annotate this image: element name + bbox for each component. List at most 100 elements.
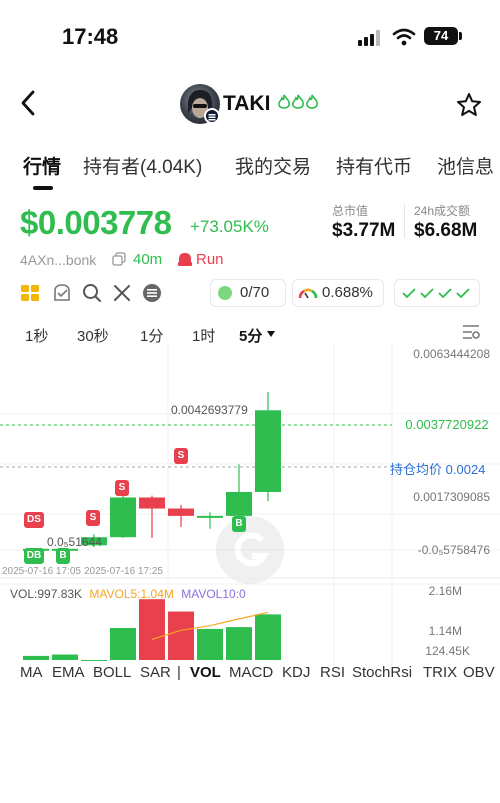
tab-holding-tokens[interactable]: 持有代币 — [336, 152, 412, 179]
back-icon[interactable] — [14, 88, 44, 118]
vol-axis-top: 2.16M — [428, 584, 462, 598]
candle-body — [139, 497, 165, 509]
indicator-trix[interactable]: TRIX — [423, 664, 457, 681]
star-icon[interactable] — [456, 92, 482, 118]
fire-icon — [305, 94, 319, 114]
indicator-rsi[interactable]: RSI — [320, 664, 345, 681]
x-label-1: 2025-07-16 17:05 — [2, 566, 81, 577]
fire-icon — [277, 94, 291, 114]
indicator-vol[interactable]: VOL — [190, 664, 221, 681]
indicator-kdj[interactable]: KDJ — [282, 664, 310, 681]
timeframe-1h[interactable]: 1时 — [192, 325, 215, 346]
avg-price-value: 0.0024 — [445, 462, 486, 477]
buy-marker[interactable]: B — [232, 516, 246, 532]
market-cap-value: $3.77M — [332, 220, 396, 241]
fire-icon — [291, 94, 305, 114]
indicator-sar[interactable]: SAR — [140, 664, 171, 681]
indicator-boll[interactable]: BOLL — [93, 664, 131, 681]
buy-marker[interactable]: B — [56, 548, 70, 564]
timeframe-5m[interactable]: 5分 — [239, 325, 262, 346]
y-axis-top: 0.0063444208 — [413, 347, 490, 361]
gauge-icon — [298, 288, 318, 299]
battery-icon: 74 — [424, 27, 458, 45]
checks-passed-icon — [402, 288, 470, 299]
indicator-stochrsi[interactable]: StochRsi — [352, 664, 412, 681]
volume-24h-value: $6.68M — [414, 220, 478, 241]
tab-market[interactable]: 行情 — [23, 152, 61, 179]
tab-pool-info[interactable]: 池信息 — [437, 152, 494, 179]
token-name: TAKI — [223, 92, 271, 115]
website-icon[interactable] — [142, 283, 162, 303]
candle-body — [197, 515, 223, 518]
risk-percentage: 0.688% — [322, 284, 373, 301]
token-age: 40m — [133, 251, 163, 268]
vol-axis-low: 124.45K — [425, 644, 470, 658]
battery-tip — [459, 32, 462, 40]
volume-bar — [81, 660, 107, 661]
low-price-label: 0.0₅51644 — [47, 535, 102, 549]
timeframe-30s[interactable]: 30秒 — [77, 325, 109, 346]
indicator-obv[interactable]: OBV — [463, 664, 500, 681]
price-change: +73.05K% — [190, 217, 269, 236]
indicator-macd[interactable]: MACD — [229, 664, 273, 681]
volume-bar — [139, 599, 165, 660]
timeframe-1m[interactable]: 1分 — [140, 325, 163, 346]
candle-body — [168, 508, 194, 516]
vol-axis-mid: 1.14M — [428, 624, 462, 638]
run-label: Run — [196, 251, 224, 268]
db-marker[interactable]: DB — [24, 548, 44, 564]
indicator-ma[interactable]: MA — [20, 664, 43, 681]
tab-holders[interactable]: 持有者(4.04K) — [83, 152, 202, 179]
x-twitter-icon[interactable] — [112, 283, 132, 303]
holders-ratio: 0/70 — [240, 284, 270, 301]
timeframe-1s[interactable]: 1秒 — [25, 325, 48, 346]
high-price-label: 0.0042693779 — [171, 403, 248, 417]
wifi-icon — [392, 28, 416, 46]
indicator-obv-label: OBV — [463, 664, 495, 681]
active-tab-indicator — [33, 186, 53, 190]
volume-bar — [197, 628, 223, 660]
rug-run-icon — [178, 253, 192, 266]
volume-legend: VOL:997.83K MAVOL5:1.04M MAVOL10:0 — [10, 587, 246, 601]
candle-body — [255, 410, 281, 492]
sell-marker[interactable]: S — [86, 510, 100, 526]
y-axis-bottom: -0.0₅5758476 — [417, 543, 490, 557]
chain-badge-icon — [204, 108, 220, 124]
volume-bar — [226, 627, 252, 660]
cellular-signal-icon — [358, 30, 380, 46]
mavol5-value: MAVOL5:1.04M — [89, 587, 174, 601]
candle-body — [226, 491, 252, 516]
indicator-divider: | — [177, 664, 181, 681]
volume-bar — [168, 611, 194, 660]
current-price: $0.003778 — [20, 204, 172, 241]
status-time: 17:48 — [62, 24, 119, 49]
dev-wallet-icon[interactable] — [20, 283, 40, 303]
search-icon[interactable] — [82, 283, 102, 303]
stat-divider — [404, 204, 405, 238]
copy-icon[interactable] — [112, 252, 126, 266]
sell-marker[interactable]: S — [174, 448, 188, 464]
avg-price-tag: 持仓均价 0.0024 — [390, 459, 485, 478]
volume-bar — [23, 655, 49, 660]
volume-bar — [52, 654, 78, 660]
volume-bar — [255, 614, 281, 660]
volume-24h-label: 24h成交额 — [414, 204, 471, 218]
tab-my-trades[interactable]: 我的交易 — [235, 152, 311, 179]
current-price-tag: 0.0037720922 — [394, 414, 500, 436]
avg-price-label: 持仓均价 — [390, 462, 443, 477]
x-label-2: 2025-07-16 17:25 — [84, 566, 163, 577]
price-chart[interactable] — [0, 344, 500, 666]
y-axis-mid: 0.0017309085 — [413, 490, 490, 504]
market-cap-label: 总市值 — [332, 204, 369, 218]
holders-status-dot — [218, 286, 232, 300]
indicator-ema[interactable]: EMA — [52, 664, 85, 681]
sell-marker[interactable]: S — [115, 480, 129, 496]
chart-settings-icon[interactable] — [462, 324, 480, 340]
token-address[interactable]: 4AXn...bonk — [20, 252, 96, 268]
insider-icon[interactable] — [52, 283, 72, 303]
candle-body — [110, 497, 136, 538]
chevron-down-icon[interactable] — [266, 330, 276, 338]
ds-marker[interactable]: DS — [24, 512, 44, 528]
vol-value: VOL:997.83K — [10, 587, 83, 601]
watermark-logo — [216, 516, 284, 584]
